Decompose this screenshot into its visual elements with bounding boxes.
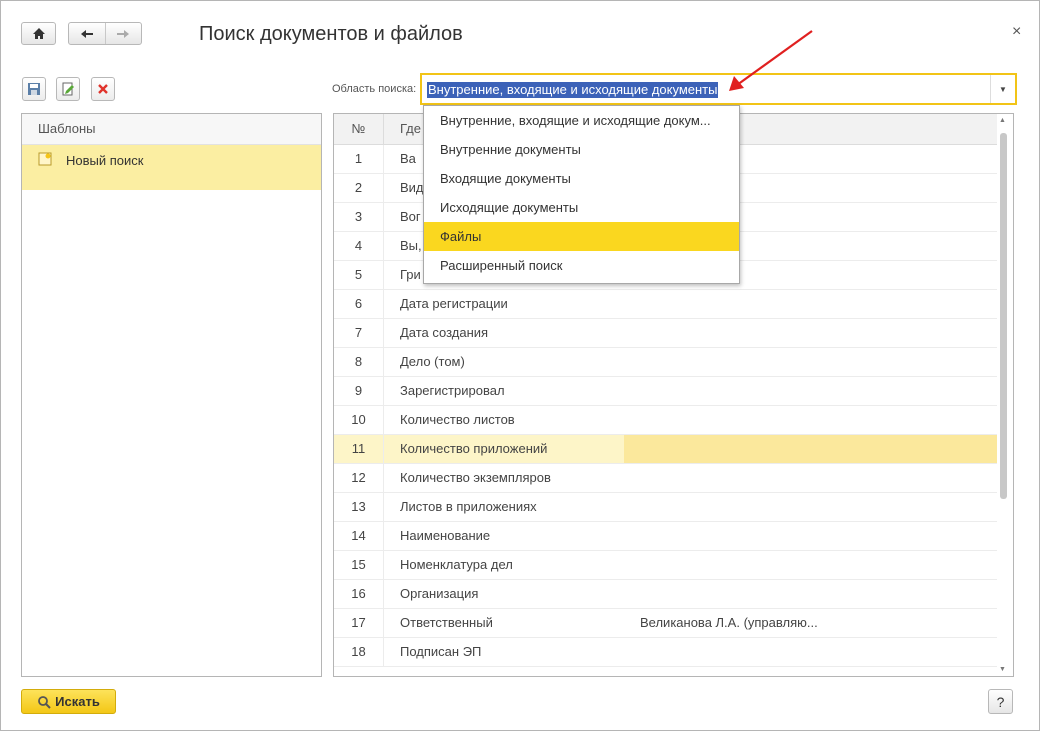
row-field: Дата создания xyxy=(400,325,489,340)
row-field: Номенклатура дел xyxy=(400,557,513,572)
dropdown-option-files[interactable]: Файлы xyxy=(424,222,739,251)
row-field: Ва xyxy=(400,151,416,166)
row-field: Дата регистрации xyxy=(400,296,508,311)
close-button[interactable]: × xyxy=(1012,23,1021,41)
table-row[interactable]: 12 Количество экземпляров xyxy=(334,464,997,493)
row-field: Количество приложений xyxy=(400,441,548,456)
table-row[interactable]: 10 Количество листов xyxy=(334,406,997,435)
row-field: Листов в приложениях xyxy=(400,499,537,514)
row-number: 2 xyxy=(334,174,384,202)
home-button[interactable] xyxy=(21,22,56,45)
edit-template-button[interactable] xyxy=(56,77,80,101)
delete-icon xyxy=(98,84,108,94)
row-number: 15 xyxy=(334,551,384,579)
arrow-left-icon xyxy=(80,29,93,38)
row-number: 5 xyxy=(334,261,384,289)
home-icon xyxy=(32,28,45,39)
table-row[interactable]: 18 Подписан ЭП xyxy=(334,638,997,667)
table-row[interactable]: 14 Наименование xyxy=(334,522,997,551)
history-nav-group xyxy=(68,22,142,45)
edit-icon xyxy=(62,82,74,96)
row-field: Ответственный xyxy=(400,615,493,630)
row-field: Наименование xyxy=(400,528,491,543)
row-number: 10 xyxy=(334,406,384,434)
row-field: Количество листов xyxy=(400,412,515,427)
chevron-down-icon[interactable]: ▼ xyxy=(990,75,1015,103)
dropdown-option[interactable]: Внутренние, входящие и исходящие докум..… xyxy=(424,106,739,135)
search-icon xyxy=(38,695,51,709)
arrow-right-icon xyxy=(117,29,130,38)
row-number: 18 xyxy=(334,638,384,666)
row-field: Гри xyxy=(400,267,421,282)
template-item[interactable]: Новый поиск xyxy=(22,145,321,190)
row-number: 13 xyxy=(334,493,384,521)
col-field-header[interactable]: Где xyxy=(400,114,421,144)
table-row[interactable]: 13 Листов в приложениях xyxy=(334,493,997,522)
row-number: 9 xyxy=(334,377,384,405)
dropdown-option[interactable]: Расширенный поиск xyxy=(424,251,739,280)
forward-button[interactable] xyxy=(106,23,142,44)
row-field: Дело (том) xyxy=(400,354,465,369)
dropdown-option[interactable]: Внутренние документы xyxy=(424,135,739,164)
search-area-dropdown[interactable]: Внутренние, входящие и исходящие докум..… xyxy=(423,105,740,284)
templates-header: Шаблоны xyxy=(22,114,321,145)
dropdown-option[interactable]: Входящие документы xyxy=(424,164,739,193)
save-template-button[interactable] xyxy=(22,77,46,101)
row-number: 17 xyxy=(334,609,384,637)
table-row[interactable]: 17 Ответственный Великанова Л.А. (управляю… xyxy=(334,609,997,638)
table-row[interactable]: 16 Организация xyxy=(334,580,997,609)
row-field: Вид xyxy=(400,180,424,195)
back-button[interactable] xyxy=(69,23,106,44)
annotation-arrow-icon xyxy=(729,30,813,91)
save-icon xyxy=(28,83,40,95)
row-field: Зарегистрировал xyxy=(400,383,505,398)
search-button[interactable]: Искать xyxy=(21,689,116,714)
row-field: Вы, xyxy=(400,238,422,253)
delete-template-button[interactable] xyxy=(91,77,115,101)
row-number: 14 xyxy=(334,522,384,550)
search-area-label: Область поиска: xyxy=(332,83,417,95)
row-number: 12 xyxy=(334,464,384,492)
row-field: Организация xyxy=(400,586,479,601)
row-field: Подписан ЭП xyxy=(400,644,482,659)
row-field: Количество экземпляров xyxy=(400,470,551,485)
table-row[interactable]: 7 Дата создания xyxy=(334,319,997,348)
row-number: 8 xyxy=(334,348,384,376)
search-area-combobox[interactable]: Внутренние, входящие и исходящие докумен… xyxy=(420,73,1017,105)
row-number: 16 xyxy=(334,580,384,608)
row-number: 4 xyxy=(334,232,384,260)
row-number: 1 xyxy=(334,145,384,173)
table-row[interactable]: 6 Дата регистрации xyxy=(334,290,997,319)
table-row[interactable]: 11 Количество приложений xyxy=(334,435,997,464)
table-row[interactable]: 8 Дело (том) xyxy=(334,348,997,377)
row-number: 3 xyxy=(334,203,384,231)
scrollbar-thumb[interactable] xyxy=(1000,133,1007,499)
template-item-label: Новый поиск xyxy=(66,153,144,168)
table-row[interactable]: 9 Зарегистрировал xyxy=(334,377,997,406)
row-field: Вог xyxy=(400,209,421,224)
col-number-header[interactable]: № xyxy=(334,114,384,144)
window-title: Поиск документов и файлов xyxy=(199,23,463,45)
table-row[interactable]: 15 Номенклатура дел xyxy=(334,551,997,580)
row-number: 6 xyxy=(334,290,384,318)
row-number: 11 xyxy=(334,435,384,463)
help-button[interactable]: ? xyxy=(988,689,1013,714)
row-value: Великанова Л.А. (управляю... xyxy=(640,615,818,630)
search-button-label: Искать xyxy=(55,694,100,709)
search-template-icon xyxy=(38,152,52,169)
search-area-value[interactable]: Внутренние, входящие и исходящие докумен… xyxy=(427,82,719,98)
grid-scrollbar[interactable]: ▲ ▼ xyxy=(997,117,1009,673)
templates-panel: Шаблоны Новый поиск xyxy=(21,113,322,677)
dropdown-option[interactable]: Исходящие документы xyxy=(424,193,739,222)
row-number: 7 xyxy=(334,319,384,347)
